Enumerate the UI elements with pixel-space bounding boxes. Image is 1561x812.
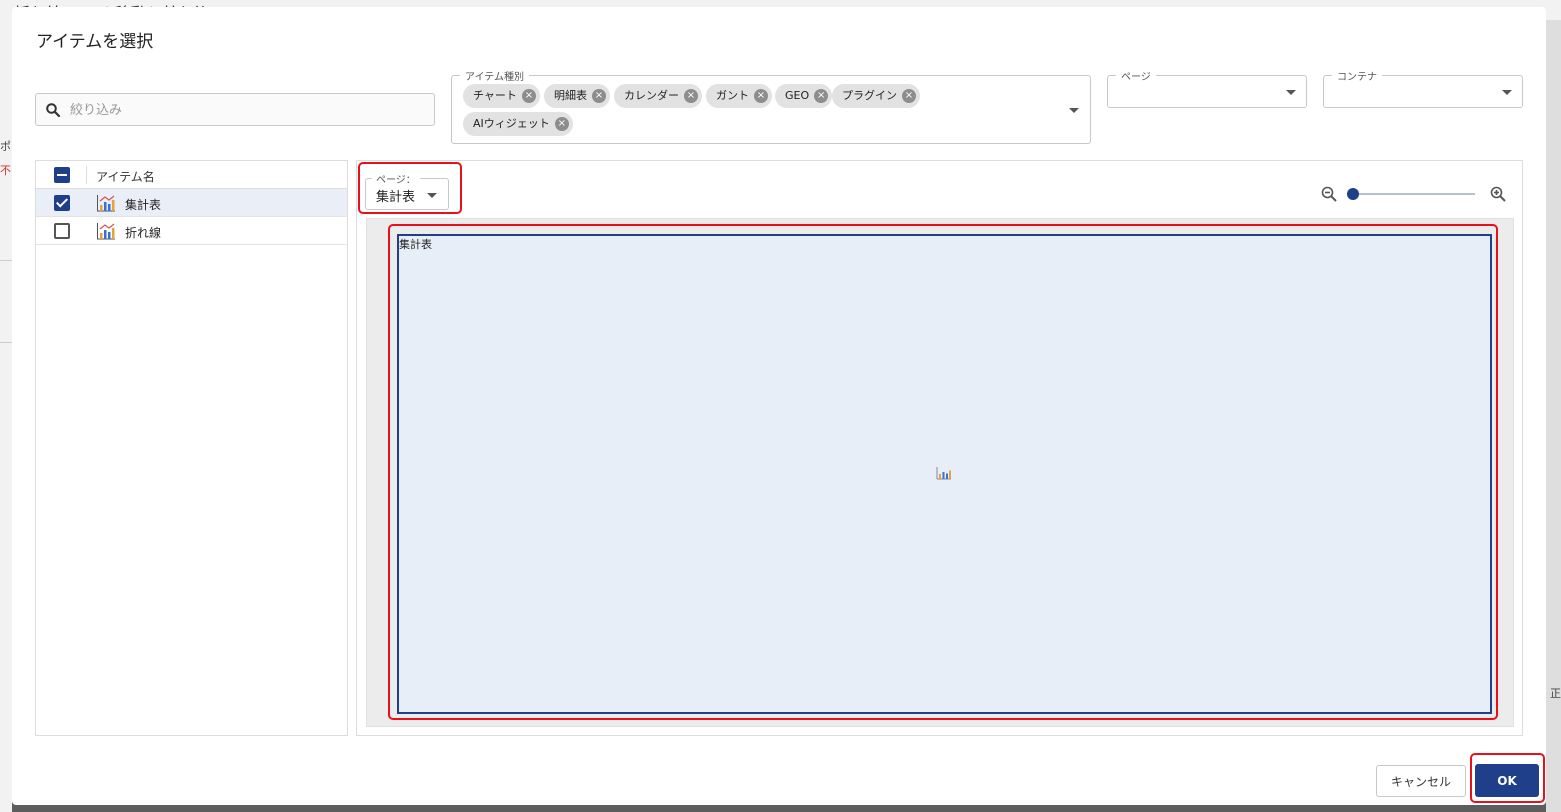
chip-gantt[interactable]: ガント × bbox=[706, 84, 772, 108]
zoom-slider-thumb[interactable] bbox=[1347, 188, 1359, 200]
container-filter-label: コンテナ bbox=[1332, 68, 1382, 83]
select-item-dialog: アイテムを選択 アイテム種別 チャート × 明細表 × カレンダー × ガント … bbox=[12, 7, 1546, 805]
chip-label: AIウィジェット bbox=[473, 117, 550, 130]
highlight-box bbox=[1470, 753, 1545, 803]
chip-remove-icon[interactable]: × bbox=[554, 117, 569, 131]
filter-search-box[interactable] bbox=[35, 93, 435, 126]
item-checkbox[interactable] bbox=[54, 223, 70, 239]
highlight-box bbox=[358, 162, 462, 214]
list-item[interactable]: 折れ線 bbox=[36, 217, 347, 245]
preview-panel: ページ： 集計表 集計表 bbox=[356, 160, 1523, 736]
background-text: 正 bbox=[1550, 687, 1561, 700]
list-item[interactable]: 集計表 bbox=[36, 189, 347, 217]
background-page-left: ポ 不 bbox=[0, 20, 12, 812]
zoom-out-icon[interactable] bbox=[1320, 185, 1338, 203]
column-header-item-name[interactable]: アイテム名 bbox=[96, 168, 155, 185]
background-text: ポ bbox=[0, 140, 11, 153]
chip-label: チャート bbox=[473, 89, 517, 102]
chip-remove-icon[interactable]: × bbox=[814, 89, 829, 103]
chip-remove-icon[interactable]: × bbox=[754, 89, 768, 103]
chip-geo[interactable]: GEO × bbox=[775, 84, 833, 108]
chip-detail-table[interactable]: 明細表 × bbox=[544, 84, 610, 108]
chip-label: ガント bbox=[716, 89, 749, 102]
column-divider bbox=[86, 166, 87, 184]
chip-calendar[interactable]: カレンダー × bbox=[614, 84, 702, 108]
list-header: アイテム名 bbox=[36, 161, 347, 189]
search-icon bbox=[46, 103, 61, 118]
chip-label: 明細表 bbox=[554, 89, 587, 102]
chip-label: カレンダー bbox=[624, 89, 679, 102]
cancel-button[interactable]: キャンセル bbox=[1376, 765, 1466, 797]
chip-remove-icon[interactable]: × bbox=[684, 89, 698, 103]
item-type-label: アイテム種別 bbox=[460, 68, 529, 83]
highlight-box bbox=[388, 224, 1498, 720]
select-all-checkbox[interactable] bbox=[54, 167, 70, 183]
chevron-down-icon[interactable] bbox=[1286, 90, 1296, 95]
chevron-down-icon[interactable] bbox=[1069, 108, 1079, 113]
dialog-title: アイテムを選択 bbox=[36, 32, 154, 52]
chip-chart[interactable]: チャート × bbox=[463, 84, 540, 108]
page-filter-select[interactable]: ページ bbox=[1107, 68, 1307, 108]
chip-ai-widget[interactable]: AIウィジェット × bbox=[463, 112, 573, 136]
item-name: 折れ線 bbox=[125, 226, 162, 240]
chevron-down-icon[interactable] bbox=[1502, 90, 1512, 95]
chip-label: GEO bbox=[785, 89, 810, 102]
background-page-right: 正 bbox=[1546, 20, 1561, 812]
chip-remove-icon[interactable]: × bbox=[592, 89, 606, 103]
item-checkbox[interactable] bbox=[54, 195, 70, 211]
page-filter-label: ページ bbox=[1116, 68, 1156, 83]
container-filter-select[interactable]: コンテナ bbox=[1323, 68, 1523, 108]
divider bbox=[0, 260, 12, 261]
chip-remove-icon[interactable]: × bbox=[521, 89, 536, 103]
zoom-in-icon[interactable] bbox=[1489, 185, 1507, 203]
chart-icon bbox=[97, 195, 115, 212]
item-name: 集計表 bbox=[125, 198, 162, 212]
chip-label: プラグイン bbox=[842, 89, 897, 102]
item-list: アイテム名 集計表 折れ線 bbox=[35, 160, 348, 736]
zoom-slider-track[interactable] bbox=[1353, 193, 1475, 195]
divider bbox=[0, 342, 12, 343]
chip-plugin[interactable]: プラグイン × bbox=[832, 84, 920, 108]
background-error-text: 不 bbox=[0, 164, 11, 177]
chip-remove-icon[interactable]: × bbox=[902, 89, 916, 103]
item-type-select[interactable]: アイテム種別 チャート × 明細表 × カレンダー × ガント × GEO × … bbox=[451, 68, 1091, 144]
filter-input[interactable] bbox=[70, 98, 425, 122]
chart-icon bbox=[97, 223, 115, 240]
